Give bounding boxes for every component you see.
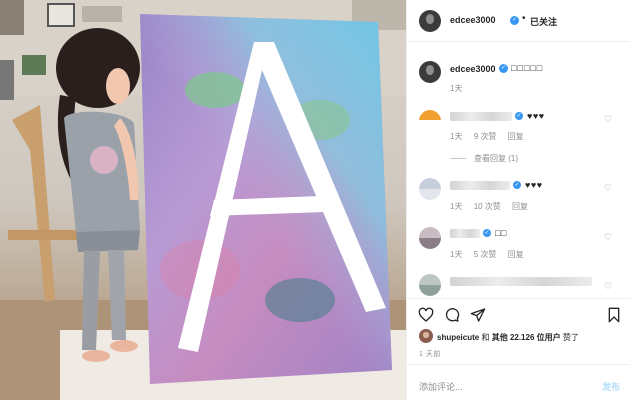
caption-text: □□□□□	[511, 63, 544, 73]
comment-reply-button[interactable]: 回复	[508, 250, 524, 259]
post-photo	[0, 0, 406, 400]
verified-icon: ✓	[499, 64, 508, 73]
comment-likes[interactable]: 10 次赞	[474, 202, 501, 211]
action-bar	[407, 298, 630, 354]
post-sidebar: edcee3000 ✓ • 已关注 edcee3000 ✓ □□□□□ 1天 ✓…	[406, 0, 630, 400]
share-icon[interactable]	[470, 307, 486, 323]
comment-like-icon[interactable]: ♡	[604, 281, 612, 292]
view-replies-link[interactable]: 查看回复 (1)	[450, 153, 518, 164]
commenter-avatar[interactable]	[419, 110, 441, 132]
comment-text-blurred	[450, 277, 592, 286]
post-timestamp: 1 天前	[419, 351, 441, 358]
header-separator: •	[522, 13, 526, 24]
comment-like-icon[interactable]: ♡	[604, 232, 612, 243]
comment-time: 1天	[450, 202, 463, 211]
comment-meta: 1天 5 次赞 回复	[450, 249, 533, 260]
comment-text: □□	[495, 228, 507, 238]
commenter-avatar[interactable]	[419, 227, 441, 249]
comment-time: 1天	[450, 250, 463, 259]
verified-icon: ✓	[515, 112, 523, 120]
caption-username[interactable]: edcee3000	[450, 64, 496, 74]
comment-text: ♥♥♥	[527, 111, 545, 121]
bookmark-icon[interactable]	[606, 307, 622, 323]
commenter-username-blurred[interactable]	[450, 112, 512, 121]
verified-icon: ✓	[510, 16, 519, 25]
comment-like-icon[interactable]: ♡	[604, 183, 612, 194]
comment-meta: 1天 9 次赞 回复	[450, 131, 533, 142]
commenter-username-blurred[interactable]	[450, 181, 510, 190]
author-avatar[interactable]	[419, 10, 441, 32]
following-button[interactable]: 已关注	[530, 15, 557, 28]
heart-icon[interactable]	[418, 307, 434, 323]
comment-reply-button[interactable]: 回复	[512, 202, 528, 211]
photo-illustration	[0, 0, 406, 400]
caption-avatar[interactable]	[419, 61, 441, 83]
liker-avatar[interactable]	[419, 329, 433, 343]
comment-time: 1天	[450, 132, 463, 141]
view-replies-label[interactable]: 查看回复 (1)	[474, 154, 518, 163]
add-comment-bar: 添加评论... 发布	[407, 364, 630, 400]
comment-input[interactable]: 添加评论...	[419, 380, 463, 393]
replies-divider	[450, 158, 466, 160]
commenter-avatar[interactable]	[419, 274, 441, 296]
commenter-avatar[interactable]	[419, 178, 441, 200]
comment-like-icon[interactable]: ♡	[604, 114, 612, 125]
verified-icon: ✓	[483, 229, 491, 237]
commenter-username-blurred[interactable]	[450, 229, 480, 238]
likes-others[interactable]: 其他	[492, 333, 508, 342]
likes-count[interactable]: 22.126 位用户	[510, 333, 561, 342]
comment-meta: 1天 10 次赞 回复	[450, 201, 537, 212]
author-username[interactable]: edcee3000	[450, 15, 496, 25]
comment-likes[interactable]: 9 次赞	[474, 132, 497, 141]
comment-likes[interactable]: 5 次赞	[474, 250, 497, 259]
comment-reply-button[interactable]: 回复	[508, 132, 524, 141]
comment-text: ♥♥♥	[525, 180, 543, 190]
comment-icon[interactable]	[444, 307, 460, 323]
post-comment-button[interactable]: 发布	[602, 380, 620, 393]
likes-and: 和	[481, 333, 490, 342]
verified-icon: ✓	[513, 181, 521, 189]
likes-text: shupeicute 和 其他 22.126 位用户 赞了	[437, 332, 579, 343]
caption-timestamp: 1天	[450, 84, 463, 93]
post-header: edcee3000 ✓ • 已关注	[407, 0, 630, 42]
liker-username[interactable]: shupeicute	[437, 333, 479, 342]
likes-suffix: 赞了	[562, 333, 579, 342]
